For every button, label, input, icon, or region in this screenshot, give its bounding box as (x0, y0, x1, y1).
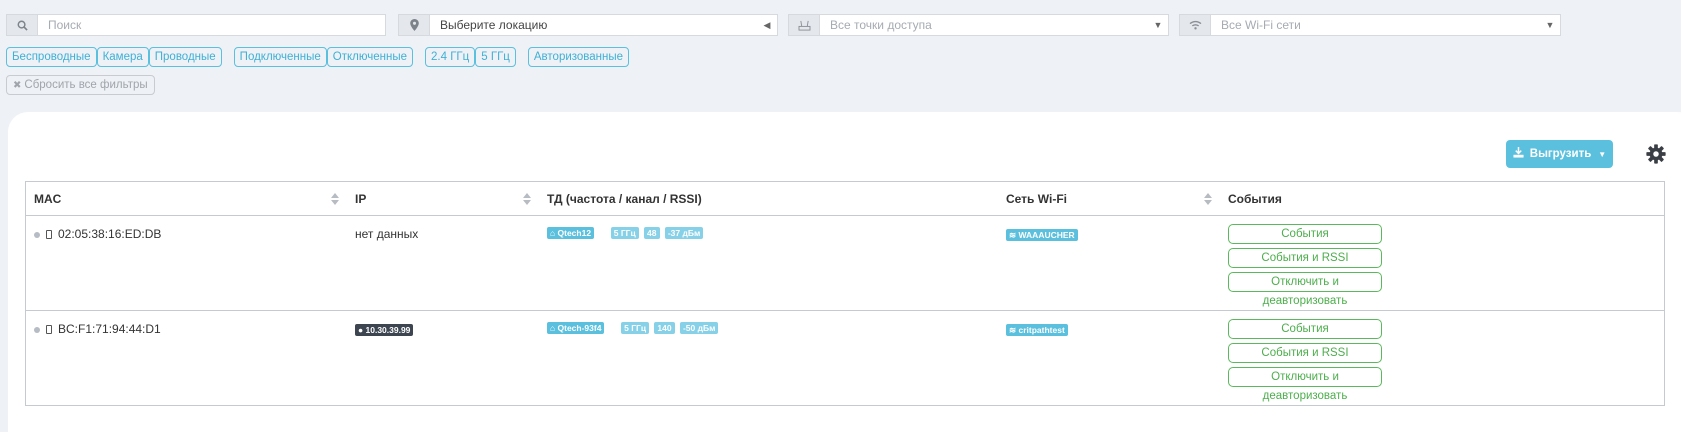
clients-table: MAC IP ТД (частота / канал / RSSI) Сеть … (25, 181, 1665, 406)
events-button[interactable]: События (1228, 224, 1382, 244)
ip-value: нет данных (355, 227, 419, 241)
location-value: Выберите локацию (440, 18, 548, 32)
sort-icon[interactable] (331, 193, 339, 205)
status-dot (34, 231, 40, 238)
download-icon (1513, 147, 1524, 161)
chip-5ghz[interactable]: 5 ГГц (475, 47, 516, 67)
events-cell: События События и RSSI Отключить и деавт… (1220, 215, 1665, 311)
table-row[interactable]: BC:F1:71:94:44:D1 ● 10.30.39.99 ⌂ Qtech-… (25, 310, 1665, 406)
chip-wireless[interactable]: Беспроводные (6, 47, 97, 67)
chip-authorized[interactable]: Авторизованные (527, 47, 630, 67)
chip-connected[interactable]: Подключенные (233, 47, 327, 67)
reset-filters-button[interactable]: ✖ Сбросить все фильтры (6, 75, 155, 95)
search-icon (7, 15, 38, 35)
ip-badge: ● 10.30.39.99 (355, 323, 414, 336)
column-header-wifi[interactable]: Сеть Wi-Fi (998, 181, 1220, 216)
wifi-badge[interactable]: ≋ WAAAUCHER (1006, 228, 1078, 241)
frequency-badge: 5 ГГц (621, 321, 650, 334)
ap-cell: ⌂ Qtech-93f4 5 ГГц 140 -50 дБм (539, 310, 998, 406)
ip-cell: ● 10.30.39.99 (347, 310, 539, 406)
chip-wired[interactable]: Проводные (148, 47, 222, 67)
search-placeholder: Поиск (48, 18, 82, 32)
search-input[interactable]: Поиск (6, 14, 386, 36)
ap-cell: ⌂ Qtech12 5 ГГц 48 -37 дБм (539, 215, 998, 311)
access-point-icon (789, 15, 820, 35)
export-label: Выгрузить (1529, 148, 1592, 160)
export-button[interactable]: Выгрузить ▼ (1506, 140, 1613, 168)
caret-left-icon: ◀ (763, 19, 771, 30)
table-row[interactable]: 02:05:38:16:ED:DB нет данных ⌂ Qtech12 5… (25, 215, 1665, 311)
map-marker-icon (399, 15, 430, 35)
mac-value: BC:F1:71:94:44:D1 (58, 322, 161, 336)
table-header: MAC IP ТД (частота / канал / RSSI) Сеть … (25, 181, 1665, 216)
wifi-network-value: Все Wi-Fi сети (1221, 18, 1301, 32)
mobile-icon (46, 230, 52, 240)
disconnect-deauth-button[interactable]: Отключить и деавторизовать (1228, 272, 1382, 307)
sort-icon[interactable] (1204, 193, 1212, 205)
column-header-ip[interactable]: IP (347, 181, 539, 216)
column-header-mac[interactable]: MAC (25, 181, 347, 216)
access-point-value: Все точки доступа (830, 18, 932, 32)
ap-badge[interactable]: ⌂ Qtech-93f4 (547, 321, 605, 334)
ip-cell: нет данных (347, 215, 539, 311)
filter-bar: Поиск Выберите локацию ◀ Все точки досту… (6, 14, 1561, 36)
status-dot (34, 326, 40, 333)
chip-disconnected[interactable]: Отключенные (326, 47, 414, 67)
chip-24ghz[interactable]: 2.4 ГГц (425, 47, 476, 67)
channel-badge: 140 (654, 321, 675, 334)
chevron-down-icon: ▼ (1545, 20, 1555, 30)
column-header-events: События (1220, 181, 1665, 216)
location-select[interactable]: Выберите локацию ◀ (398, 14, 778, 36)
gear-icon[interactable] (1645, 143, 1667, 165)
sort-icon[interactable] (523, 193, 531, 205)
user-icon: ● (358, 324, 366, 335)
reset-filters-label: Сбросить все фильтры (24, 79, 148, 91)
mac-value: 02:05:38:16:ED:DB (58, 227, 162, 241)
mac-cell: 02:05:38:16:ED:DB (25, 215, 347, 311)
events-rssi-button[interactable]: События и RSSI (1228, 343, 1382, 363)
frequency-badge: 5 ГГц (610, 226, 639, 239)
mobile-icon (46, 325, 52, 335)
events-button[interactable]: События (1228, 319, 1382, 339)
ap-badge[interactable]: ⌂ Qtech12 (547, 226, 595, 239)
wifi-cell: ≋ critpathtest (998, 310, 1220, 406)
chip-camera[interactable]: Камера (96, 47, 149, 67)
close-icon: ✖ (13, 79, 22, 91)
events-rssi-button[interactable]: События и RSSI (1228, 248, 1382, 268)
filter-chips: Беспроводные Камера Проводные Подключенн… (6, 47, 630, 67)
wifi-network-select[interactable]: Все Wi-Fi сети ▼ (1179, 14, 1561, 36)
channel-badge: 48 (644, 226, 660, 239)
wifi-cell: ≋ WAAAUCHER (998, 215, 1220, 311)
column-header-ap: ТД (частота / канал / RSSI) (539, 181, 998, 216)
caret-down-icon: ▼ (1598, 149, 1607, 159)
rssi-badge: -50 дБм (679, 321, 719, 334)
wifi-icon (1180, 15, 1211, 35)
access-point-icon: ⌂ (550, 227, 558, 238)
access-point-select[interactable]: Все точки доступа ▼ (788, 14, 1169, 36)
access-point-icon: ⌂ (550, 322, 558, 333)
events-cell: События События и RSSI Отключить и деавт… (1220, 310, 1665, 406)
chevron-down-icon: ▼ (1153, 20, 1163, 30)
wifi-badge[interactable]: ≋ critpathtest (1006, 323, 1068, 336)
rssi-badge: -37 дБм (664, 226, 704, 239)
mac-cell: BC:F1:71:94:44:D1 (25, 310, 347, 406)
disconnect-deauth-button[interactable]: Отключить и деавторизовать (1228, 367, 1382, 402)
